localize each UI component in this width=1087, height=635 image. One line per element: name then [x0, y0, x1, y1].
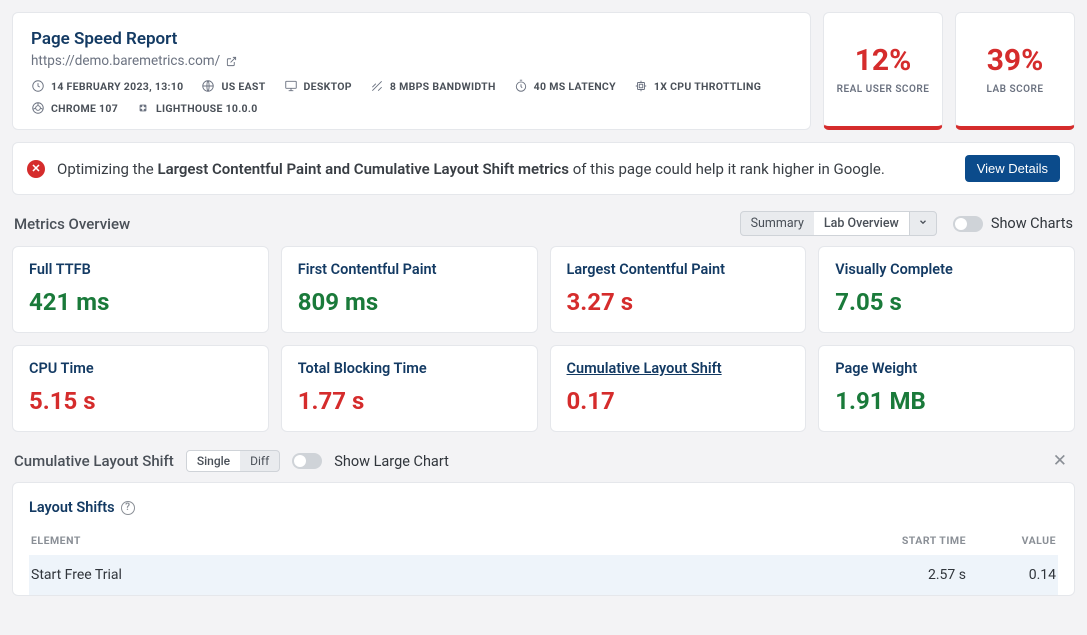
real-user-score-card[interactable]: 12% REAL USER SCORE — [823, 12, 943, 130]
chrome-icon — [31, 101, 45, 115]
meta-latency: 40 MS LATENCY — [514, 79, 616, 93]
chevron-down-icon — [918, 217, 928, 227]
meta-timestamp: 14 FEBRUARY 2023, 13:10 — [31, 79, 183, 93]
meta-region-text: US EAST — [221, 80, 265, 93]
metric-value: 7.05 s — [835, 288, 1058, 316]
meta-device-text: DESKTOP — [304, 80, 352, 93]
meta-browser-text: CHROME 107 — [51, 102, 118, 115]
desktop-icon — [284, 79, 298, 93]
metric-label: Visually Complete — [835, 261, 1058, 278]
alert-text-bold: Largest Contentful Paint and Cumulative … — [157, 160, 569, 178]
meta-lighthouse-text: LIGHTHOUSE 10.0.0 — [156, 102, 258, 115]
metrics-overview-title: Metrics Overview — [14, 215, 740, 233]
metric-label: First Contentful Paint — [298, 261, 521, 278]
view-details-button[interactable]: View Details — [965, 155, 1060, 182]
page-url-text: https://demo.baremetrics.com/ — [31, 53, 220, 69]
meta-latency-text: 40 MS LATENCY — [534, 80, 616, 93]
metric-label: CPU Time — [29, 360, 252, 377]
cell-value: 0.14 — [968, 555, 1058, 595]
lab-score-card[interactable]: 39% LAB SCORE — [955, 12, 1075, 130]
metric-value: 0.17 — [567, 387, 790, 415]
cls-single-option[interactable]: Single — [187, 451, 240, 471]
globe-icon — [201, 79, 215, 93]
overview-summary-option[interactable]: Summary — [741, 212, 814, 235]
overview-dropdown-caret[interactable] — [909, 212, 936, 235]
metric-value: 421 ms — [29, 288, 252, 316]
cls-diff-option[interactable]: Diff — [240, 451, 279, 471]
lab-score-value: 39% — [987, 46, 1044, 76]
overview-mode-segment: Summary Lab Overview — [740, 211, 937, 236]
bandwidth-icon — [370, 79, 384, 93]
meta-bandwidth-text: 8 MBPS BANDWIDTH — [390, 80, 496, 93]
real-user-score-value: 12% — [855, 46, 912, 76]
latency-icon — [514, 79, 528, 93]
meta-browser: CHROME 107 — [31, 101, 118, 115]
meta-lighthouse: LIGHTHOUSE 10.0.0 — [136, 101, 258, 115]
col-value: VALUE — [968, 528, 1058, 555]
metric-label: Total Blocking Time — [298, 360, 521, 377]
overview-lab-option[interactable]: Lab Overview — [814, 212, 909, 235]
show-large-chart-toggle[interactable] — [292, 453, 322, 469]
cls-mode-segment: Single Diff — [186, 450, 280, 472]
metric-value: 1.91 MB — [835, 387, 1058, 415]
alert-text-post: of this page could help it rank higher i… — [569, 160, 885, 178]
metric-label: Largest Contentful Paint — [567, 261, 790, 278]
col-start-time: START TIME — [858, 528, 968, 555]
meta-timestamp-text: 14 FEBRUARY 2023, 13:10 — [51, 80, 183, 93]
layout-shifts-panel: Layout Shifts ? ELEMENT START TIME VALUE… — [12, 482, 1075, 596]
layout-shifts-title: Layout Shifts ? — [29, 499, 1058, 516]
clock-icon — [31, 79, 45, 93]
metric-value: 1.77 s — [298, 387, 521, 415]
page-url[interactable]: https://demo.baremetrics.com/ — [31, 53, 792, 69]
metric-card[interactable]: Cumulative Layout Shift 0.17 — [550, 345, 807, 432]
cls-close-button[interactable]: ✕ — [1047, 451, 1073, 471]
metric-card[interactable]: Visually Complete 7.05 s — [818, 246, 1075, 333]
meta-cpu: 1X CPU THROTTLING — [634, 79, 761, 93]
meta-device: DESKTOP — [284, 79, 352, 93]
metric-label: Full TTFB — [29, 261, 252, 278]
metric-card[interactable]: Full TTFB 421 ms — [12, 246, 269, 333]
real-user-score-label: REAL USER SCORE — [837, 84, 930, 95]
cls-section-header: Cumulative Layout Shift Single Diff Show… — [14, 450, 1073, 472]
external-link-icon — [226, 56, 237, 67]
lighthouse-icon — [136, 101, 150, 115]
metric-value: 3.27 s — [567, 288, 790, 316]
metric-card[interactable]: Largest Contentful Paint 3.27 s — [550, 246, 807, 333]
report-header-card: Page Speed Report https://demo.baremetri… — [12, 12, 811, 130]
meta-bandwidth: 8 MBPS BANDWIDTH — [370, 79, 496, 93]
table-row[interactable]: Start Free Trial2.57 s0.14 — [29, 555, 1058, 595]
metric-label: Page Weight — [835, 360, 1058, 377]
alert-text: Optimizing the Largest Contentful Paint … — [57, 160, 953, 178]
alert-error-icon: ✕ — [27, 160, 45, 178]
metrics-overview-header: Metrics Overview Summary Lab Overview Sh… — [14, 211, 1073, 236]
lab-score-label: LAB SCORE — [986, 84, 1043, 95]
page-title: Page Speed Report — [31, 29, 792, 49]
cpu-icon — [634, 79, 648, 93]
info-icon[interactable]: ? — [121, 501, 135, 515]
metric-value: 5.15 s — [29, 387, 252, 415]
show-large-chart-label: Show Large Chart — [334, 453, 449, 470]
metric-card[interactable]: Total Blocking Time 1.77 s — [281, 345, 538, 432]
metric-label: Cumulative Layout Shift — [567, 360, 790, 377]
meta-row: 14 FEBRUARY 2023, 13:10 US EAST DESKTOP … — [31, 79, 792, 115]
meta-region: US EAST — [201, 79, 265, 93]
cls-section-title: Cumulative Layout Shift — [14, 452, 174, 470]
metric-value: 809 ms — [298, 288, 521, 316]
metrics-grid: Full TTFB 421 ms First Contentful Paint 809… — [12, 246, 1075, 432]
cell-element: Start Free Trial — [29, 555, 858, 595]
show-charts-toggle[interactable] — [953, 216, 983, 232]
metric-card[interactable]: CPU Time 5.15 s — [12, 345, 269, 432]
show-charts-label: Show Charts — [991, 215, 1073, 232]
col-element: ELEMENT — [29, 528, 858, 555]
cwv-alert: ✕ Optimizing the Largest Contentful Pain… — [12, 142, 1075, 195]
cell-start-time: 2.57 s — [858, 555, 968, 595]
layout-shifts-table: ELEMENT START TIME VALUE Start Free Tria… — [29, 528, 1058, 595]
alert-text-pre: Optimizing the — [57, 160, 157, 178]
metric-card[interactable]: Page Weight 1.91 MB — [818, 345, 1075, 432]
metric-card[interactable]: First Contentful Paint 809 ms — [281, 246, 538, 333]
layout-shifts-title-text: Layout Shifts — [29, 499, 115, 516]
meta-cpu-text: 1X CPU THROTTLING — [654, 80, 761, 93]
